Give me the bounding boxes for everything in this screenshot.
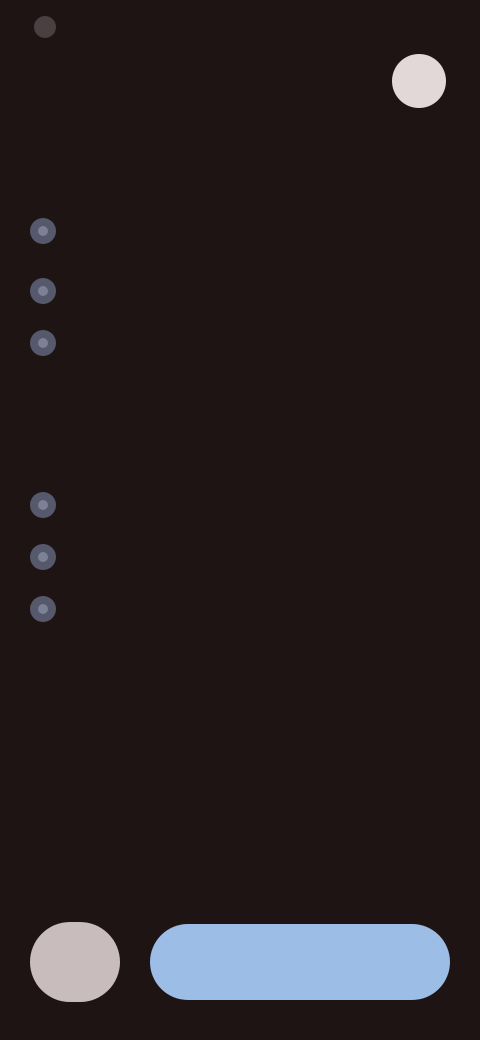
list-item xyxy=(28,274,448,304)
list-item xyxy=(28,592,448,622)
bullet-icon xyxy=(30,278,56,304)
avatar[interactable] xyxy=(392,54,446,108)
bottom-action-bar xyxy=(0,900,480,1040)
bullet-icon xyxy=(30,330,56,356)
bullet-icon xyxy=(30,218,56,244)
list-item xyxy=(28,326,448,356)
secondary-button[interactable] xyxy=(30,922,120,1002)
list-item xyxy=(28,540,448,570)
bullet-icon xyxy=(30,544,56,570)
list-item xyxy=(28,214,448,244)
bullet-icon xyxy=(30,492,56,518)
bullet-icon xyxy=(30,596,56,622)
status-bar xyxy=(0,0,480,56)
feature-list-2 xyxy=(28,488,448,622)
list-item xyxy=(28,488,448,518)
app-logo-icon xyxy=(34,16,56,38)
feature-list-1 xyxy=(28,214,448,356)
primary-button[interactable] xyxy=(150,924,450,1000)
screen xyxy=(0,0,480,1040)
status-title xyxy=(66,14,130,42)
